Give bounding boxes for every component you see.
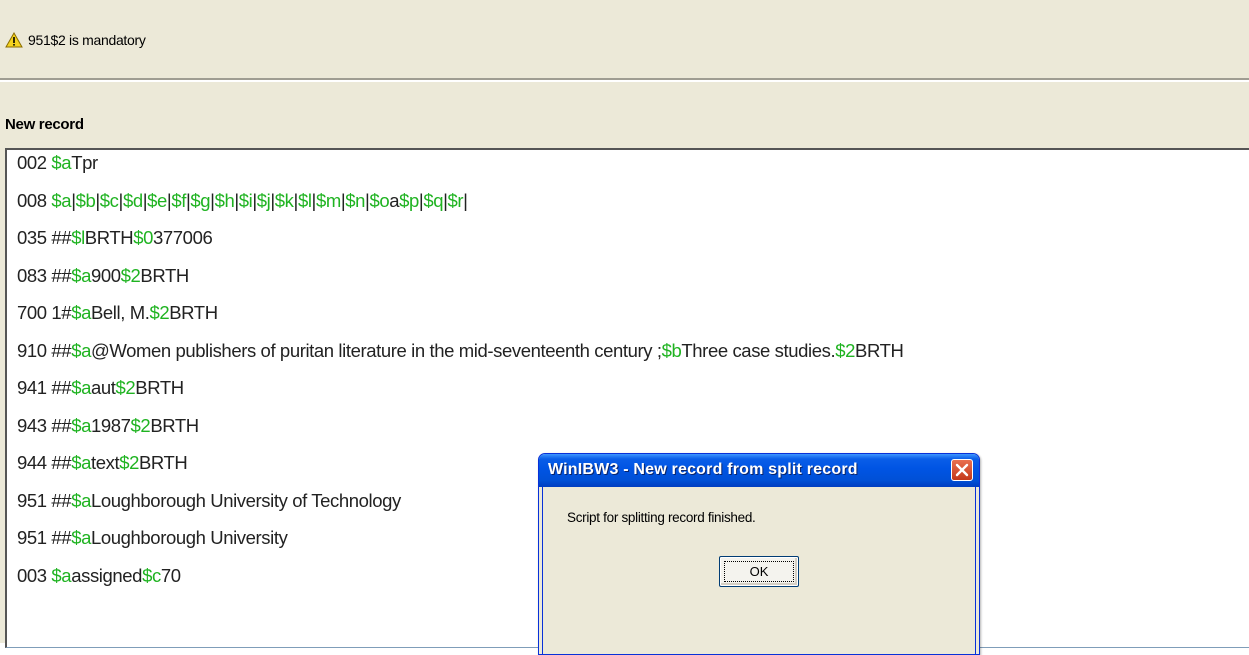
panel-title: New record [5, 116, 84, 133]
subfield-code: $o [369, 189, 390, 211]
field-text: 1987 [90, 414, 131, 436]
subfield-code: $0 [133, 227, 154, 248]
field-text: 083 ## [17, 264, 72, 286]
field-text: Bell, M. [90, 302, 150, 323]
field-text: 035 ## [17, 227, 72, 248]
field-text: BRTH [138, 452, 188, 473]
subfield-code: $h [214, 189, 235, 211]
field-text: a [389, 189, 400, 211]
subfield-code: $c [99, 189, 119, 211]
field-text: 700 1# [17, 302, 72, 323]
record-line[interactable]: 083 ##$a900$2BRTH [17, 265, 189, 287]
field-text: Three case studies. [681, 339, 836, 361]
subfield-code: $k [274, 189, 294, 211]
field-text: Tpr [71, 152, 98, 173]
field-text: 377006 [153, 227, 213, 248]
subfield-code: $2 [130, 414, 151, 436]
record-line[interactable]: 003 $aassigned$c70 [17, 565, 181, 587]
subfield-code: $2 [115, 377, 136, 398]
field-text: BRTH [855, 339, 904, 361]
subfield-code: $p [399, 189, 419, 211]
subfield-code: $b [75, 189, 96, 211]
subfield-code: $j [256, 189, 271, 211]
subfield-code: $r [447, 189, 464, 211]
subfield-code: $l [71, 227, 85, 248]
record-line[interactable]: 002 $aTpr [17, 152, 98, 174]
subfield-code: $i [238, 189, 253, 211]
status-bar: 951$2 is mandatory [0, 0, 1249, 80]
field-text: 002 [17, 152, 52, 173]
subfield-code: $e [147, 189, 167, 211]
dialog-title: WinIBW3 - New record from split record [548, 461, 858, 478]
dialog-message: Script for splitting record finished. [567, 510, 756, 525]
subfield-code: $a [71, 527, 91, 548]
close-icon[interactable] [951, 459, 973, 481]
record-line[interactable]: 951 ##$aLoughborough University of Techn… [17, 490, 401, 512]
field-text: text [90, 452, 120, 473]
status-message: 951$2 is mandatory [28, 32, 146, 48]
subfield-code: $a [71, 414, 91, 436]
subfield-code: $a [71, 339, 91, 361]
subfield-code: $a [51, 152, 72, 173]
subfield-code: $a [71, 452, 91, 473]
subfield-code: $m [315, 189, 341, 211]
field-text: assigned [71, 564, 143, 586]
subfield-code: $2 [120, 264, 141, 286]
field-text: BRTH [135, 377, 184, 398]
subfield-code: $2 [149, 302, 170, 323]
subfield-code: $c [142, 564, 161, 586]
subfield-code: $2 [119, 452, 139, 473]
field-text: 944 ## [17, 452, 72, 473]
focus-rect [724, 561, 794, 582]
subfield-code: $a [51, 564, 72, 586]
record-line[interactable]: 943 ##$a1987$2BRTH [17, 415, 199, 437]
subfield-code: $b [661, 339, 682, 361]
field-text: @Women publishers of puritan literature … [90, 339, 662, 361]
subfield-code: $n [345, 189, 366, 211]
subfield-code: $d [122, 189, 143, 211]
split-record-dialog: WinIBW3 - New record from split record S… [538, 453, 980, 655]
field-text: 951 ## [17, 489, 72, 511]
field-text: 70 [160, 564, 181, 586]
subfield-code: $a [71, 377, 91, 398]
field-text: BRTH [150, 414, 199, 436]
record-line[interactable]: 941 ##$aaut$2BRTH [17, 377, 184, 399]
subfield-code: $2 [835, 339, 856, 361]
field-text: 003 [17, 564, 52, 586]
field-text: Loughborough University [90, 527, 288, 548]
subfield-code: $f [171, 189, 186, 211]
field-text: | [463, 189, 468, 211]
record-line[interactable]: 944 ##$atext$2BRTH [17, 452, 188, 474]
field-text: 900 [90, 264, 121, 286]
field-text: BRTH [84, 227, 134, 248]
field-text: 943 ## [17, 414, 72, 436]
field-text: 910 ## [17, 339, 72, 361]
record-line[interactable]: 700 1#$aBell, M.$2BRTH [17, 302, 218, 324]
subfield-code: $a [51, 189, 72, 211]
record-line[interactable]: 035 ##$lBRTH$0377006 [17, 227, 213, 249]
field-text: Loughborough University of Technology [90, 489, 401, 511]
subfield-code: $g [190, 189, 211, 211]
record-line[interactable]: 910 ##$a@Women publishers of puritan lit… [17, 339, 904, 362]
field-text: 951 ## [17, 527, 72, 548]
field-text: BRTH [169, 302, 218, 323]
field-text: 941 ## [17, 377, 72, 398]
subfield-code: $q [423, 189, 444, 211]
subfield-code: $a [71, 489, 91, 511]
subfield-code: $l [297, 189, 312, 211]
ok-button[interactable]: OK [719, 556, 799, 587]
warning-icon [5, 31, 23, 48]
dialog-titlebar[interactable]: WinIBW3 - New record from split record [539, 454, 979, 487]
record-line[interactable]: 008 $a|$b|$c|$d|$e|$f|$g|$h|$i|$j|$k|$l|… [17, 190, 468, 212]
dialog-body: Script for splitting record finished. OK [542, 487, 976, 654]
subfield-code: $a [71, 302, 91, 323]
field-text: BRTH [140, 264, 189, 286]
record-line[interactable]: 951 ##$aLoughborough University [17, 527, 288, 549]
field-text: aut [90, 377, 116, 398]
field-text: 008 [17, 189, 52, 211]
subfield-code: $a [71, 264, 91, 286]
